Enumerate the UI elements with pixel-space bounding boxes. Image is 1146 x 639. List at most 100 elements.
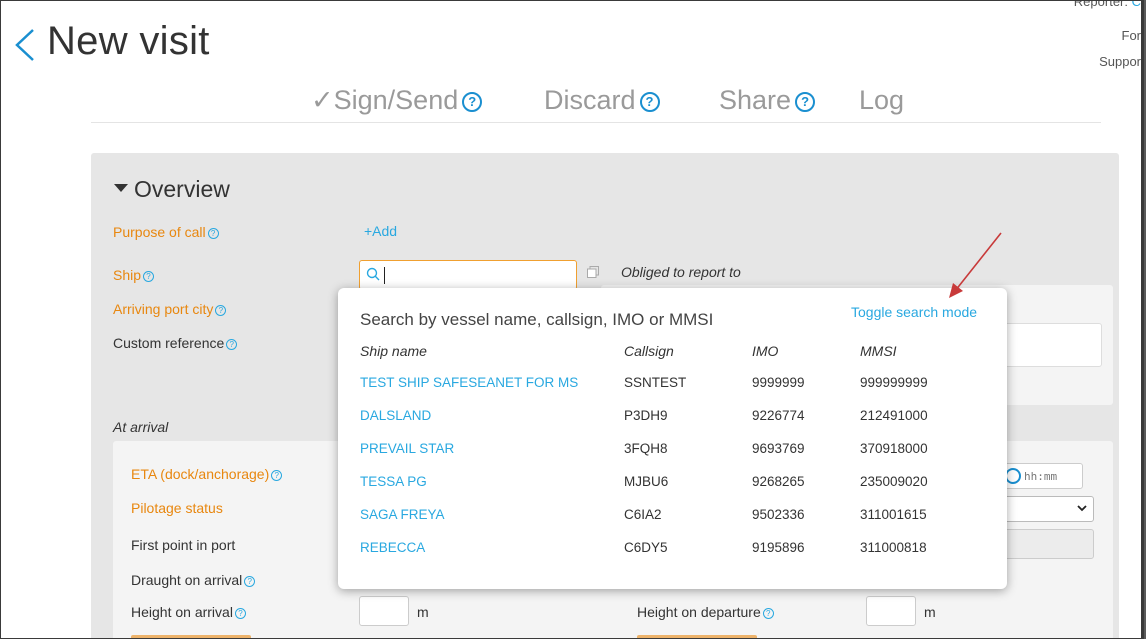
ship-imo: 9268265 [752,474,805,489]
custom-reference-input[interactable] [1001,323,1102,367]
share-action[interactable]: Share? [719,85,816,116]
pilotage-status-select[interactable] [1001,496,1094,522]
ship-imo: 9693769 [752,441,805,456]
help-icon[interactable]: ? [762,608,774,619]
cut-off-label [637,635,757,638]
ship-mmsi: 212491000 [860,408,928,423]
first-point-field [1001,529,1094,559]
height-departure-input[interactable] [866,596,916,626]
annotation-arrow-icon [949,232,1002,298]
page-title: New visit [47,19,210,63]
ship-name[interactable]: PREVAIL STAR [360,441,454,456]
height-departure-text: Height on departure [637,604,761,620]
text-caret [384,267,385,284]
cut-off-label [131,635,251,638]
ship-result-row[interactable]: TESSA PG MJBU6 9268265 235009020 [338,474,1007,507]
purpose-of-call-label: Purpose of call? [113,224,219,240]
help-icon[interactable]: ? [271,470,283,481]
discard-label: Discard [544,85,636,115]
ship-mmsi: 999999999 [860,375,928,390]
ship-callsign: 3FQH8 [624,441,668,456]
ship-name[interactable]: TESSA PG [360,474,427,489]
support-link[interactable]: Suppor [1099,54,1141,69]
ship-result-row[interactable]: PREVAIL STAR 3FQH8 9693769 370918000 [338,441,1007,474]
draught-label: Draught on arrival? [131,572,256,588]
help-icon[interactable]: ? [215,305,227,316]
help-icon[interactable]: ? [143,271,155,282]
ship-imo: 9226774 [752,408,805,423]
search-icon [366,267,380,281]
purpose-of-call-text: Purpose of call [113,224,206,240]
ship-mmsi: 235009020 [860,474,928,489]
ship-callsign: P3DH9 [624,408,668,423]
for-label: For [1121,28,1142,43]
ship-result-row[interactable]: REBECCA C6DY5 9195896 311000818 [338,540,1007,573]
log-action[interactable]: Log [859,85,904,116]
ship-name[interactable]: SAGA FREYA [360,507,445,522]
divider [91,122,1101,123]
eta-label: ETA (dock/anchorage)? [131,466,283,482]
app-frame: New visit Reporter: C For Suppor ✓Sign/S… [0,0,1144,639]
ship-name[interactable]: DALSLAND [360,408,431,423]
sign-send-action[interactable]: ✓Sign/Send? [311,85,483,116]
discard-action[interactable]: Discard? [544,85,660,116]
unit-label: m [417,604,429,620]
help-icon[interactable]: ? [207,228,219,239]
custom-reference-label: Custom reference? [113,335,238,351]
log-label: Log [859,85,905,115]
ship-result-row[interactable]: SAGA FREYA C6IA2 9502336 311001615 [338,507,1007,540]
ship-callsign: MJBU6 [624,474,669,489]
col-mmsi: MMSI [860,343,897,359]
pilotage-status-label: Pilotage status [131,500,223,516]
col-imo: IMO [752,343,779,359]
clock-icon [1005,468,1021,484]
draught-text: Draught on arrival [131,572,243,588]
custom-reference-text: Custom reference [113,335,225,351]
ship-callsign: C6DY5 [624,540,668,555]
help-icon[interactable]: ? [462,92,483,112]
ship-mmsi: 370918000 [860,441,928,456]
ship-search-input[interactable] [359,260,577,290]
ship-text: Ship [113,267,142,283]
height-arrival-input[interactable] [359,596,409,626]
help-icon[interactable]: ? [226,339,238,350]
ship-name[interactable]: TEST SHIP SAFESEANET FOR MS [360,375,578,390]
arriving-port-city-label: Arriving port city? [113,301,227,317]
help-icon[interactable]: ? [639,92,660,112]
eta-time-input[interactable]: hh:mm [1001,463,1083,489]
chevron-down-icon [1077,505,1087,512]
ship-callsign: SSNTEST [624,375,687,390]
height-arrival-label: Height on arrival? [131,604,246,620]
col-ship-name: Ship name [360,343,427,359]
obliged-to-report-label: Obliged to report to [621,264,741,280]
help-icon[interactable]: ? [234,608,246,619]
overview-toggle[interactable]: Overview [114,176,230,203]
col-callsign: Callsign [624,343,674,359]
at-arrival-heading: At arrival [113,419,169,435]
arriving-port-city-text: Arriving port city [113,301,214,317]
ship-mmsi: 311000818 [860,540,927,555]
ship-name[interactable]: REBECCA [360,540,425,555]
caret-down-icon [114,184,128,192]
ship-callsign: C6IA2 [624,507,662,522]
ship-label: Ship? [113,267,155,283]
ship-result-row[interactable]: TEST SHIP SAFESEANET FOR MS SSNTEST 999999… [338,375,1007,408]
overview-title: Overview [134,176,230,202]
reporter-value[interactable]: C [1132,1,1141,9]
copy-icon[interactable] [587,266,599,278]
ship-imo: 9195896 [752,540,805,555]
help-icon[interactable]: ? [795,92,816,112]
check-icon: ✓ [311,85,334,115]
share-label: Share [719,85,792,115]
height-departure-label: Height on departure? [637,604,774,620]
reporter-text: Reporter: [1073,0,1132,9]
reporter-label: Reporter: C [1073,0,1141,9]
ship-result-row[interactable]: DALSLAND P3DH9 9226774 212491000 [338,408,1007,441]
ship-mmsi: 311001615 [860,507,927,522]
back-chevron-icon[interactable] [11,27,41,63]
toggle-search-mode-link[interactable]: Toggle search mode [851,304,977,320]
ship-imo: 9999999 [752,375,805,390]
first-point-label: First point in port [131,537,236,553]
help-icon[interactable]: ? [244,576,256,587]
add-purpose-button[interactable]: +Add [364,223,397,239]
